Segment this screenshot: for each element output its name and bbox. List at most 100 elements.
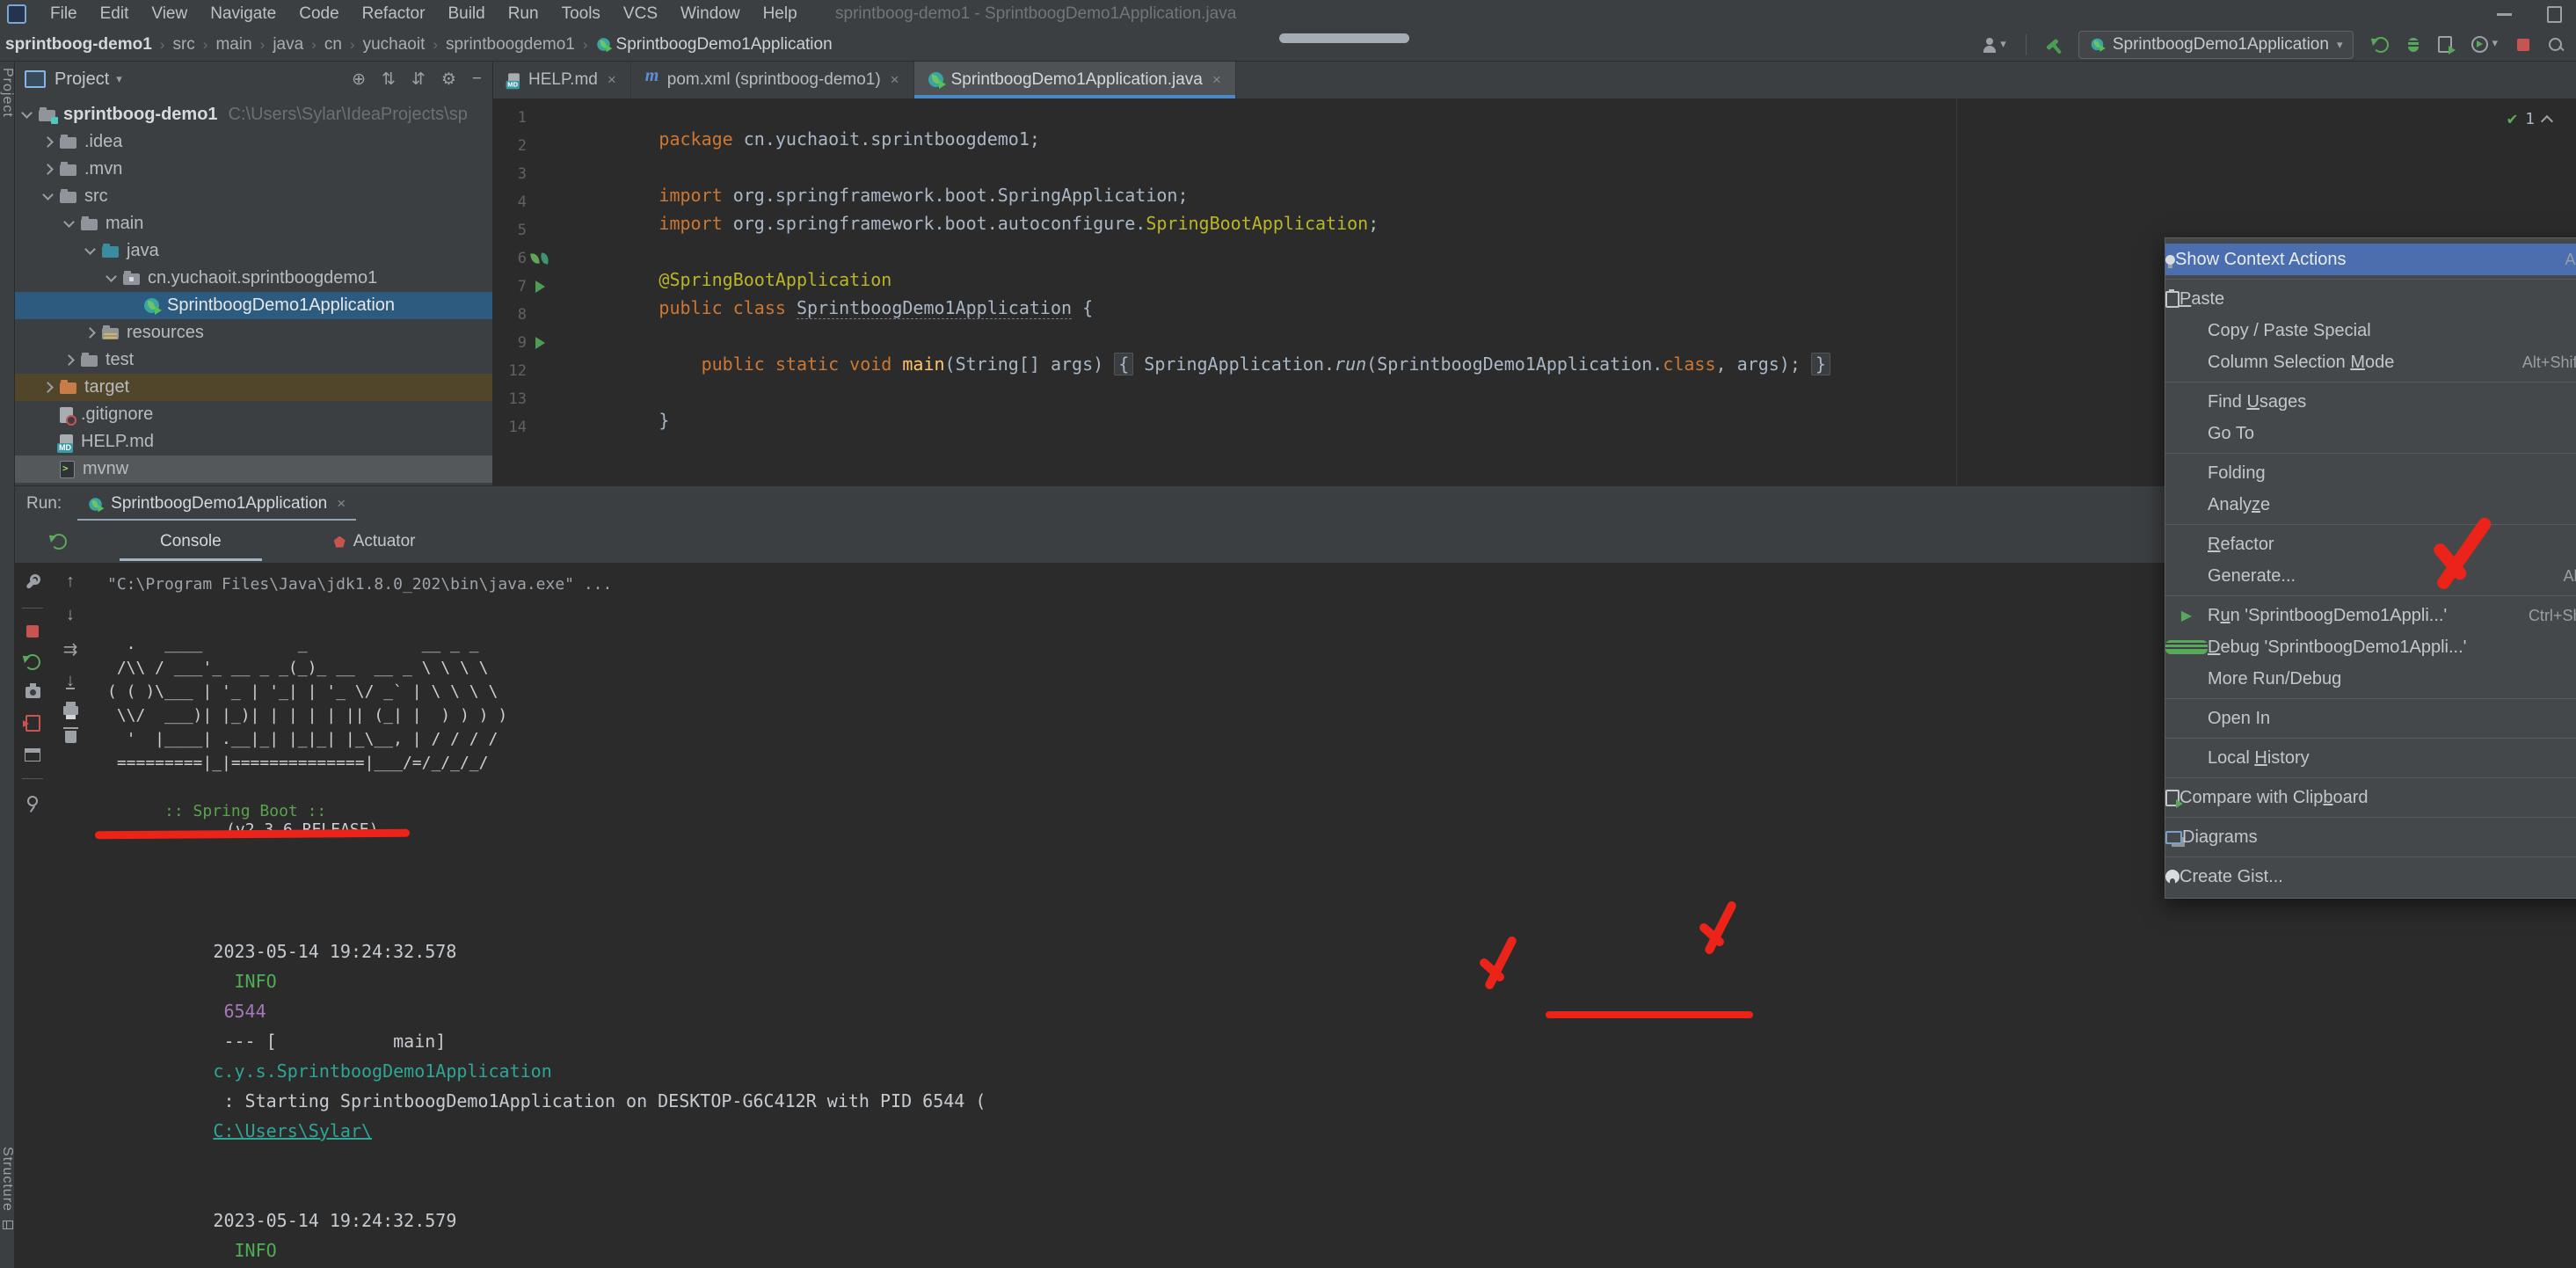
tree-row[interactable]: .idea [14,128,492,156]
menu-item[interactable]: Run [497,0,550,28]
line-number[interactable]: 6 [493,250,527,267]
maximize-icon[interactable] [2547,6,2562,23]
line-number[interactable]: 12 [493,362,527,380]
stripe-structure-tab[interactable]: Structure [0,1147,15,1212]
context-menu-item[interactable]: Go To [2165,418,2576,449]
context-menu-item[interactable]: Local History [2165,742,2576,774]
tree-row[interactable]: cn.yuchaoit.sprintboogdemo1 [14,265,492,292]
tree-chevron-icon[interactable] [84,327,96,339]
project-panel-title[interactable]: Project [55,69,109,90]
breadcrumb-item[interactable]: main [215,35,251,55]
tree-chevron-icon[interactable] [84,244,96,255]
run-configuration-select[interactable]: SprintboogDemo1Application ▾ [2078,31,2354,59]
scroll-down-icon[interactable]: ↓ [66,605,75,625]
stripe-project-tab[interactable]: Project [0,68,15,118]
tab-actuator[interactable]: Actuator [334,532,416,551]
panel-tool-icon[interactable]: ⊕ [352,69,366,90]
line-number[interactable]: 2 [493,137,527,155]
tree-chevron-icon[interactable] [42,189,54,200]
line-number[interactable]: 9 [493,334,527,352]
context-menu-item[interactable]: Find Usages [2165,386,2576,418]
context-menu-item[interactable]: Paste [2165,283,2576,315]
breadcrumb-item[interactable]: src [172,35,194,55]
breadcrumb-root[interactable]: sprintboog-demo1 [5,35,152,55]
debug-icon[interactable] [2408,38,2419,52]
breadcrumb-item[interactable]: java [273,35,303,55]
user-button[interactable]: ▾ [1983,37,2006,53]
line-number[interactable]: 4 [493,193,527,211]
close-icon[interactable]: × [891,71,899,89]
context-menu-item[interactable]: Copy / Paste Special [2165,315,2576,346]
tree-row[interactable]: sprintboog-demo1 C:\Users\Sylar\IdeaProj… [14,101,492,128]
breadcrumb-item[interactable]: sprintboogdemo1 [446,35,575,55]
line-number[interactable]: 5 [493,222,527,239]
menu-item[interactable]: Help [752,0,809,28]
rerun-icon[interactable] [51,534,67,550]
build-icon[interactable] [2046,39,2059,50]
tree-row[interactable]: SprintboogDemo1Application [14,292,492,319]
menu-item[interactable]: Edit [89,0,141,28]
log-file-link[interactable]: C:\Users\Sylar\ [213,1120,372,1141]
panel-tool-icon[interactable]: ⇅ [382,69,396,90]
tree-row[interactable]: HELP.md [14,428,492,455]
profiler-button[interactable]: ▾ [2471,36,2498,53]
breadcrumb-item[interactable]: cn [324,35,342,55]
context-menu-item[interactable]: Show Context Actions Alt+Enter [2165,244,2576,275]
menu-item[interactable]: Window [669,0,752,28]
line-number[interactable]: 3 [493,165,527,183]
tab-console[interactable]: Console [160,532,222,551]
rerun-icon[interactable] [2373,37,2389,53]
context-menu-item[interactable]: Folding [2165,457,2576,489]
modify-run-icon[interactable] [24,573,41,591]
tree-chevron-icon[interactable] [106,271,117,282]
scroll-up-icon[interactable]: ↑ [66,572,75,592]
line-number[interactable]: 8 [493,306,527,324]
panel-splitter[interactable] [492,61,493,485]
search-icon[interactable] [2549,38,2562,51]
chevron-up-icon[interactable] [2541,114,2553,127]
context-menu-item[interactable]: Debug 'SprintboogDemo1Appli...' [2165,631,2576,663]
tree-chevron-icon[interactable] [63,354,75,366]
menu-item[interactable]: Build [436,0,496,28]
exit-icon[interactable] [25,715,40,732]
tree-chevron-icon[interactable] [21,107,33,119]
tree-row[interactable]: test [14,346,492,374]
menu-item[interactable]: Code [287,0,350,28]
context-menu-item[interactable]: Column Selection Mode Alt+Shift+Insert [2165,346,2576,378]
line-number[interactable]: 1 [493,109,527,127]
scrollbar-thumb[interactable] [1279,33,1409,43]
pin-icon[interactable] [27,796,38,806]
tree-chevron-icon[interactable] [63,216,75,228]
line-number[interactable]: 13 [493,390,527,408]
editor-tab[interactable]: HELP.md × [493,61,631,98]
menu-item[interactable]: VCS [612,0,669,28]
tree-chevron-icon[interactable] [42,136,54,148]
close-icon[interactable]: × [608,71,616,89]
line-number[interactable]: 14 [493,419,527,436]
restart-spring-icon[interactable] [25,654,40,670]
minimize-icon[interactable] [2497,13,2512,16]
menu-item[interactable]: File [39,0,89,28]
menu-item[interactable]: Navigate [199,0,287,28]
scroll-to-end-icon[interactable]: ↓ [66,674,75,689]
tree-row[interactable]: .mvn [14,156,492,183]
stop-icon[interactable] [2517,39,2529,51]
context-menu-item[interactable]: Diagrams [2165,821,2576,853]
context-menu-item[interactable]: Analyze [2165,489,2576,521]
clear-console-icon[interactable] [65,731,76,743]
menu-item[interactable]: View [140,0,199,28]
context-menu-item[interactable]: More Run/Debug [2165,663,2576,695]
thread-dump-icon[interactable] [25,687,40,698]
stop-icon[interactable] [26,625,39,638]
tree-row[interactable]: mvnw [14,455,492,483]
context-menu-item[interactable]: Open In [2165,703,2576,734]
close-icon[interactable]: × [1212,71,1221,89]
tree-row[interactable]: target [14,374,492,401]
gutter[interactable] [527,281,553,293]
panel-tool-icon[interactable]: ⇵ [411,69,426,90]
menu-item[interactable]: Tools [550,0,612,28]
soft-wrap-icon[interactable]: ⇉ [63,638,78,660]
tree-row[interactable]: .gitignore [14,401,492,428]
gutter[interactable] [527,337,553,349]
gutter[interactable] [527,253,553,264]
